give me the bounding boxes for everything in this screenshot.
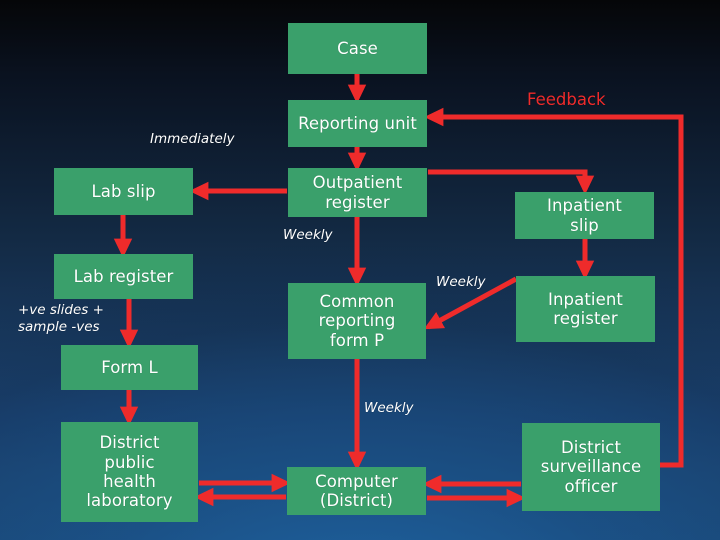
annotation-weekly-inpatient: Weekly xyxy=(436,274,486,290)
node-district-surveillance-officer[interactable]: District surveillance officer xyxy=(522,423,660,511)
node-computer-district[interactable]: Computer (District) xyxy=(287,467,426,515)
node-label: Lab slip xyxy=(91,181,156,201)
annotation-weekly-computer: Weekly xyxy=(364,400,414,416)
node-outpatient-register[interactable]: Outpatient register xyxy=(288,168,427,217)
node-label: Common reporting form P xyxy=(318,291,396,350)
node-lab-register[interactable]: Lab register xyxy=(54,254,193,299)
node-form-l[interactable]: Form L xyxy=(61,345,198,390)
node-lab-slip[interactable]: Lab slip xyxy=(54,168,193,215)
annotation-feedback: Feedback xyxy=(527,90,606,109)
node-common-reporting-form-p[interactable]: Common reporting form P xyxy=(288,283,426,359)
node-inpatient-slip[interactable]: Inpatient slip xyxy=(515,192,654,239)
node-label: Reporting unit xyxy=(298,113,417,133)
annotation-immediately: Immediately xyxy=(150,131,235,147)
node-label: Form L xyxy=(101,357,158,377)
node-label: Lab register xyxy=(73,266,174,286)
node-district-public-health-laboratory[interactable]: District public health laboratory xyxy=(61,422,198,522)
node-reporting-unit[interactable]: Reporting unit xyxy=(288,100,427,147)
node-label: District public health laboratory xyxy=(86,433,173,511)
node-label: Inpatient register xyxy=(548,289,623,328)
connector-outpatient-register-to-inpatient-slip xyxy=(428,169,595,195)
node-case[interactable]: Case xyxy=(288,23,427,74)
annotation-pos-slides: +ve slides + sample -ves xyxy=(18,302,104,336)
node-label: Computer (District) xyxy=(315,471,398,510)
node-label: District surveillance officer xyxy=(540,437,642,496)
flowchart-slide: Case Reporting unit Outpatient register Lab… xyxy=(0,0,720,540)
node-label: Inpatient slip xyxy=(547,196,622,235)
node-label: Outpatient register xyxy=(312,173,403,212)
annotation-weekly-outpatient: Weekly xyxy=(283,227,333,243)
node-inpatient-register[interactable]: Inpatient register xyxy=(516,276,655,342)
node-label: Case xyxy=(337,38,378,58)
